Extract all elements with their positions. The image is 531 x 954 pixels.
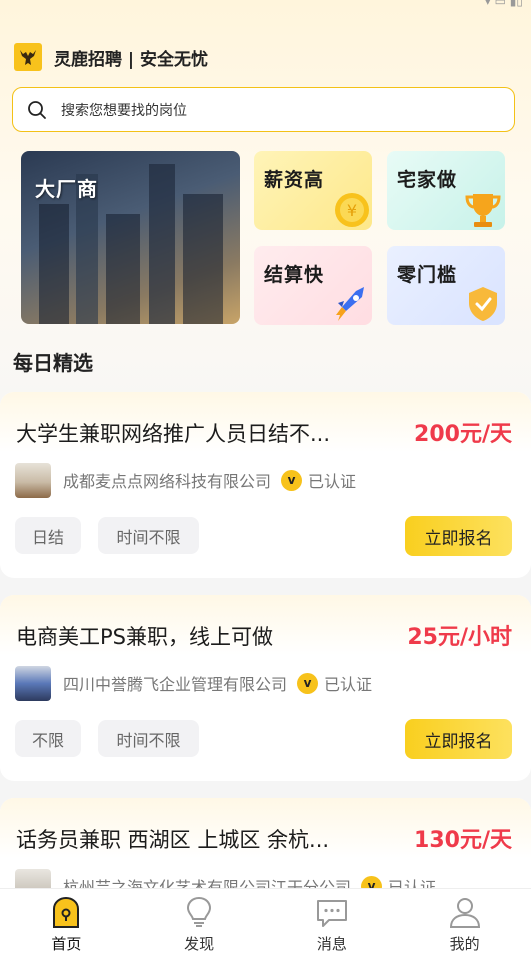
user-icon xyxy=(449,898,480,928)
job-title: 大学生兼职网络推广人员日结不... xyxy=(16,422,331,446)
brand-header: 灵鹿招聘 | 安全无忧 xyxy=(14,42,208,72)
brand-title: 灵鹿招聘 | 安全无忧 xyxy=(54,49,209,70)
search-icon xyxy=(28,100,46,119)
tab-discover[interactable]: 发现 xyxy=(133,889,266,954)
status-bar: ▾ ▭ ▮▯ xyxy=(0,0,531,10)
company-name: 四川中誉腾飞企业管理有限公司 xyxy=(63,675,288,694)
bottom-tab-bar: 首页 发现 消息 我的 xyxy=(0,888,531,954)
company-row: 成都麦点点网络科技有限公司 v 已认证 xyxy=(15,462,356,498)
verified-label: 已认证 xyxy=(308,472,357,491)
job-tag: 时间不限 xyxy=(98,517,199,554)
tile-label: 结算快 xyxy=(264,264,325,286)
job-salary: 25元/小时 xyxy=(407,625,512,650)
category-tile-fast-settlement[interactable]: 结算快 xyxy=(254,246,372,325)
tile-label: 宅家做 xyxy=(397,169,458,191)
apply-button[interactable]: 立即报名 xyxy=(405,719,512,759)
job-card[interactable]: 电商美工PS兼职，线上可做 25元/小时 四川中誉腾飞企业管理有限公司 v 已认… xyxy=(0,595,531,781)
search-placeholder: 搜索您想要找的岗位 xyxy=(61,102,187,119)
coin-icon: ¥ xyxy=(335,193,369,227)
tile-label: 零门槛 xyxy=(397,264,458,286)
lightbulb-icon xyxy=(187,896,212,927)
status-icons: ▾ ▭ ▮▯ xyxy=(484,0,523,8)
section-title: 每日精选 xyxy=(13,351,93,375)
banner-big-label: 大厂商 xyxy=(35,177,98,201)
search-input[interactable]: 搜索您想要找的岗位 xyxy=(12,87,515,132)
tab-profile[interactable]: 我的 xyxy=(398,889,531,954)
job-card[interactable]: 大学生兼职网络推广人员日结不... 200元/天 成都麦点点网络科技有限公司 v… xyxy=(0,392,531,578)
job-tag: 不限 xyxy=(15,720,81,757)
tile-label: 薪资高 xyxy=(264,169,325,191)
job-title: 电商美工PS兼职，线上可做 xyxy=(16,625,273,649)
job-salary: 200元/天 xyxy=(414,422,512,447)
category-tile-work-from-home[interactable]: 宅家做 xyxy=(387,151,505,230)
company-thumbnail xyxy=(15,462,51,498)
category-tile-high-salary[interactable]: 薪资高 ¥ xyxy=(254,151,372,230)
job-salary: 130元/天 xyxy=(414,828,512,853)
job-title: 话务员兼职 西湖区 上城区 余杭... xyxy=(16,828,330,852)
verified-v-icon: v xyxy=(281,469,303,491)
tab-home[interactable]: 首页 xyxy=(0,889,133,954)
deer-logo-icon xyxy=(14,43,42,71)
verified-label: 已认证 xyxy=(324,675,373,694)
category-banner-big-companies[interactable]: 大厂商 xyxy=(21,151,240,324)
home-icon xyxy=(53,896,80,928)
apply-button[interactable]: 立即报名 xyxy=(405,516,512,556)
svg-text:¥: ¥ xyxy=(347,201,357,220)
tab-label: 发现 xyxy=(184,935,215,953)
job-tag: 时间不限 xyxy=(98,720,199,757)
company-name: 成都麦点点网络科技有限公司 xyxy=(63,472,272,491)
rocket-icon xyxy=(336,287,364,321)
company-thumbnail xyxy=(15,665,51,701)
company-row: 四川中誉腾飞企业管理有限公司 v 已认证 xyxy=(15,665,372,701)
trophy-icon xyxy=(465,194,501,227)
verified-v-icon: v xyxy=(297,672,319,694)
category-tile-no-threshold[interactable]: 零门槛 xyxy=(387,246,505,325)
tab-label: 我的 xyxy=(449,935,480,953)
job-tag: 日结 xyxy=(15,517,81,554)
shield-icon xyxy=(469,287,497,321)
tab-label: 首页 xyxy=(51,935,82,953)
chat-bubble-icon xyxy=(316,900,347,927)
tab-label: 消息 xyxy=(316,935,347,953)
tab-messages[interactable]: 消息 xyxy=(266,889,399,954)
